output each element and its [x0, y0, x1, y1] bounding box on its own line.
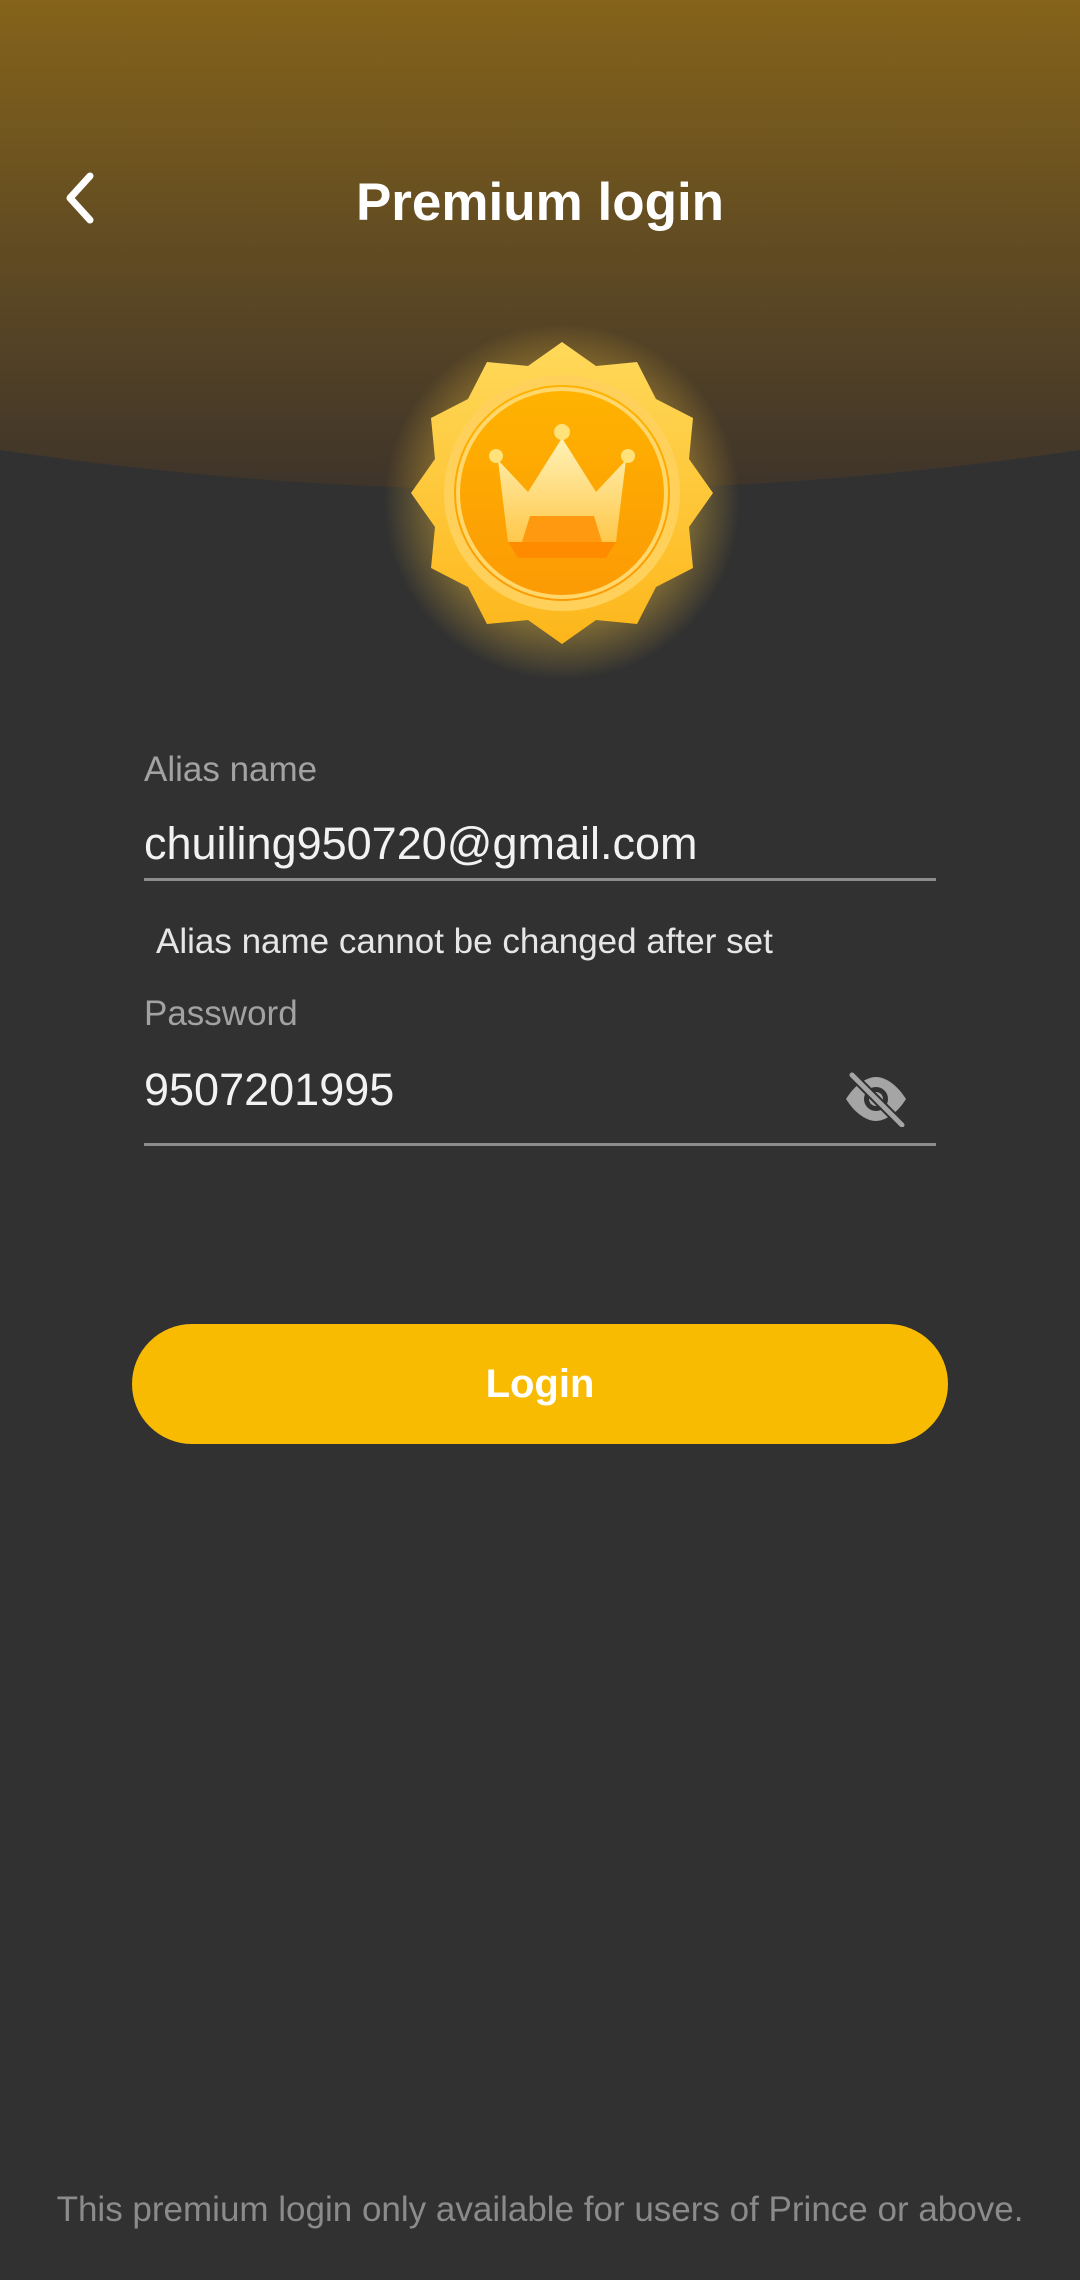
page-title: Premium login: [355, 173, 725, 232]
password-underline: [144, 1143, 936, 1146]
password-label: Password: [144, 994, 298, 1033]
alias-name-label: Alias name: [144, 750, 318, 789]
crown-medal-icon: [384, 324, 740, 680]
eye-off-icon: [846, 1071, 907, 1127]
alias-name-hint: Alias name cannot be changed after set: [156, 922, 773, 961]
footer-note: This premium login only available for us…: [56, 2190, 1024, 2229]
password-input[interactable]: [144, 1062, 824, 1118]
alias-name-underline: [144, 878, 936, 881]
login-button[interactable]: Login: [132, 1324, 948, 1444]
alias-name-input[interactable]: [144, 816, 824, 872]
password-visibility-toggle[interactable]: [836, 1064, 916, 1134]
